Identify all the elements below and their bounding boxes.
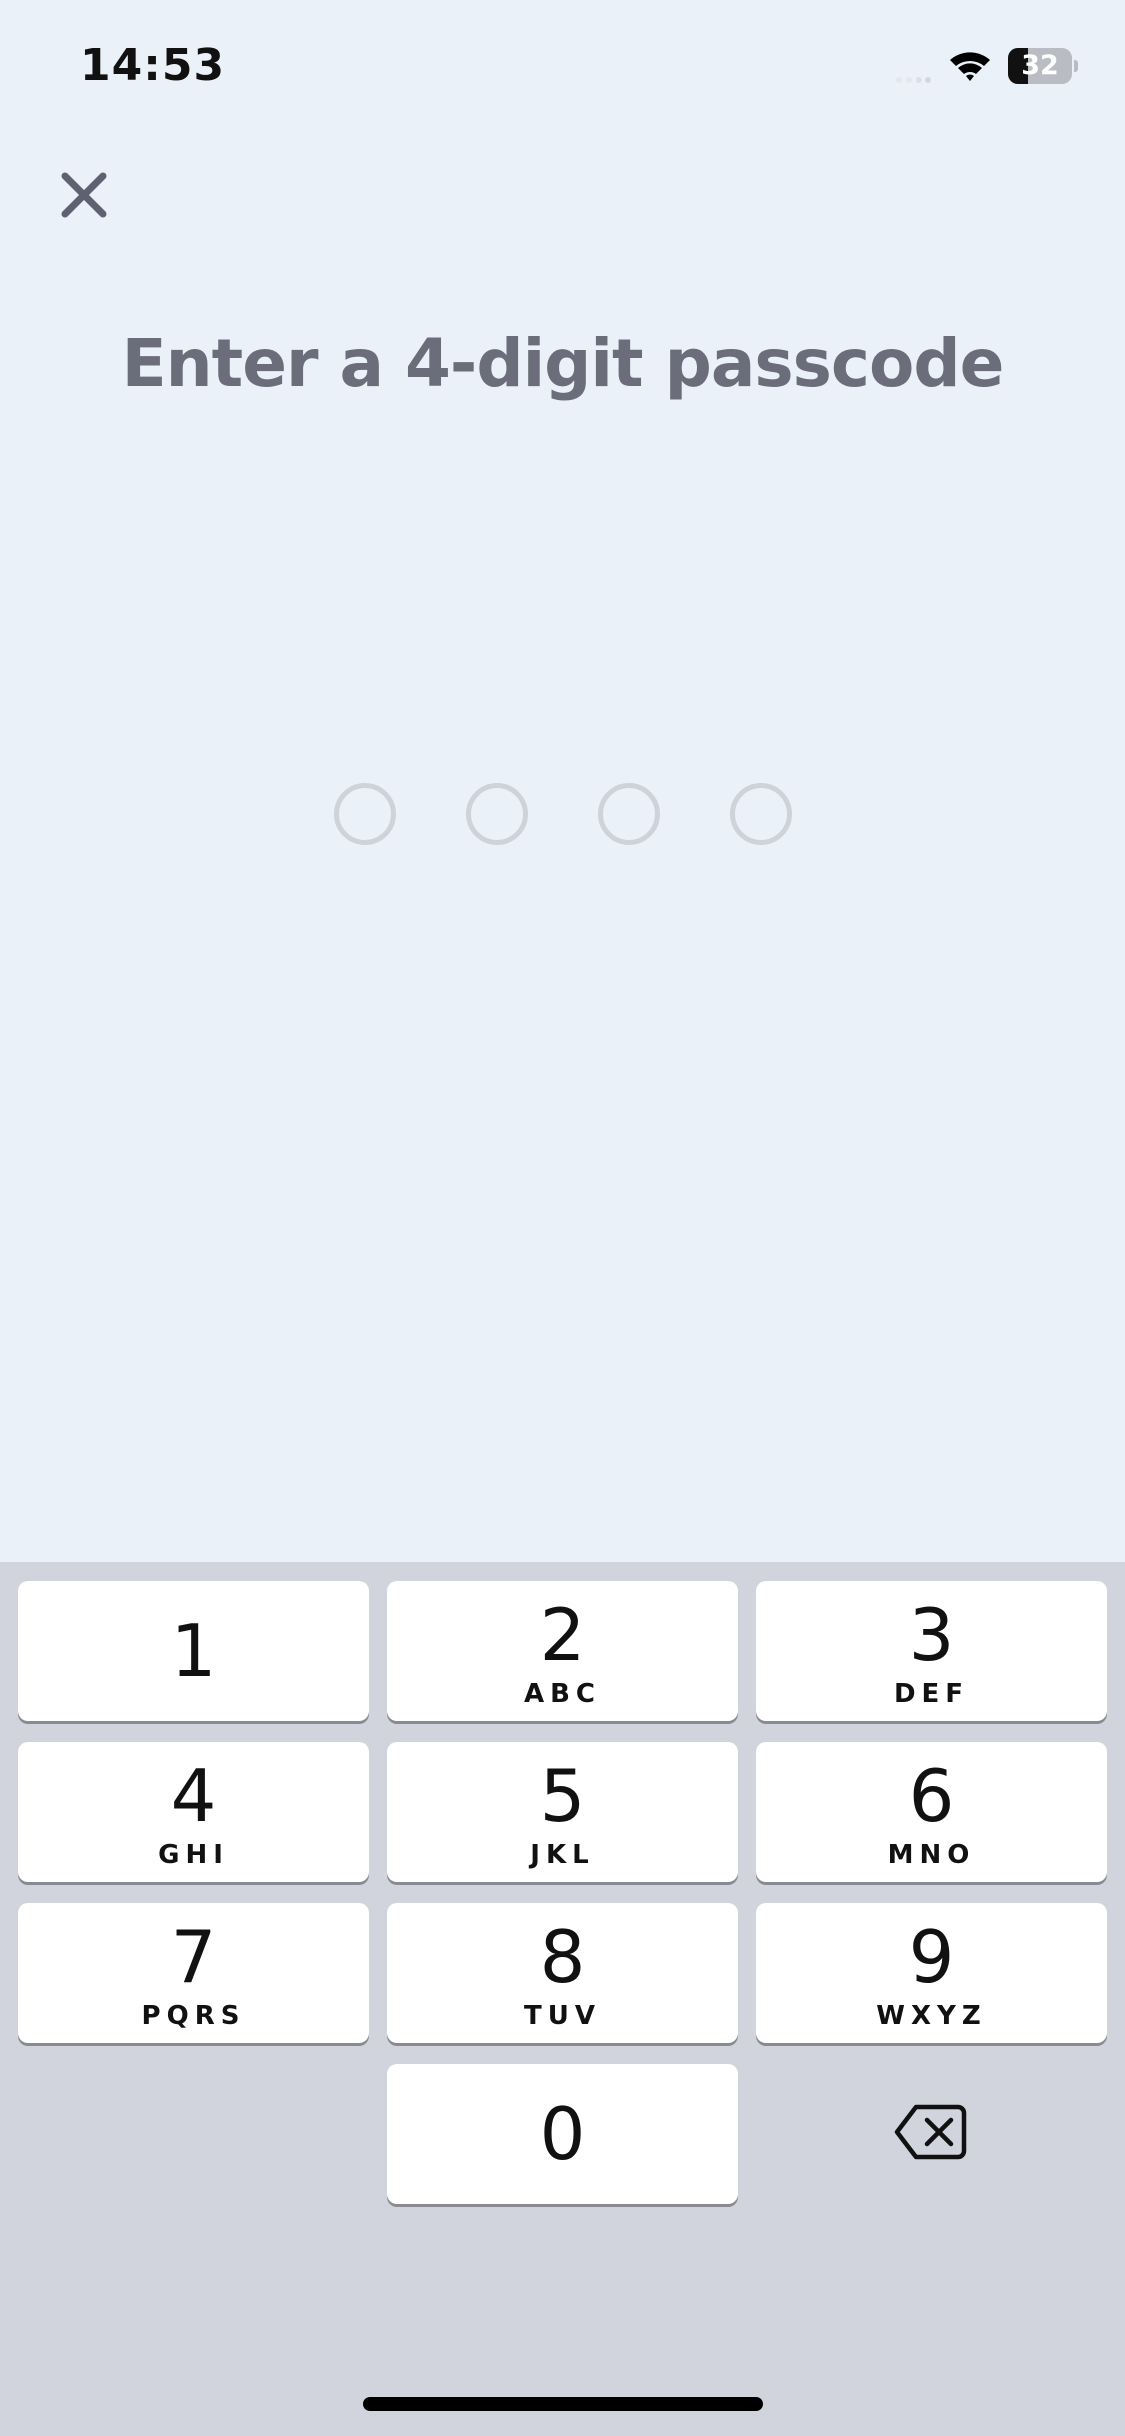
- close-icon: [61, 172, 107, 218]
- key-digit: 0: [539, 2092, 586, 2176]
- key-digit: 9: [908, 1915, 955, 1999]
- key-letters: MNO: [887, 1840, 976, 1870]
- key-letters: TUV: [524, 2001, 601, 2031]
- key-digit: 7: [170, 1915, 217, 1999]
- key-8[interactable]: 8 TUV: [387, 1903, 738, 2043]
- wifi-icon: [950, 52, 990, 81]
- battery-body: 32: [1008, 48, 1072, 84]
- battery-icon: 32: [1008, 48, 1078, 84]
- key-letters: ABC: [523, 1679, 602, 1709]
- key-2[interactable]: 2 ABC: [387, 1581, 738, 1721]
- key-0[interactable]: 0: [387, 2064, 738, 2204]
- passcode-dot: [730, 783, 792, 845]
- key-letters: PQRS: [141, 2001, 246, 2031]
- key-4[interactable]: 4 GHI: [18, 1742, 369, 1882]
- page-title: Enter a 4-digit passcode: [121, 325, 1005, 402]
- passcode-screen: 14:53 32 Enter a 4-digit passcode 1 2 AB…: [0, 0, 1125, 2436]
- key-5[interactable]: 5 JKL: [387, 1742, 738, 1882]
- passcode-dots: [0, 783, 1125, 845]
- delete-button[interactable]: [755, 2062, 1106, 2202]
- status-bar: 14:53 32: [0, 0, 1125, 140]
- close-button[interactable]: [44, 155, 124, 235]
- key-7[interactable]: 7 PQRS: [18, 1903, 369, 2043]
- key-digit: 1: [170, 1609, 217, 1693]
- status-time: 14:53: [80, 40, 226, 91]
- key-digit: 6: [908, 1754, 955, 1838]
- backspace-icon: [894, 2104, 966, 2160]
- key-1[interactable]: 1: [18, 1581, 369, 1721]
- key-digit: 8: [539, 1915, 586, 1999]
- passcode-dot: [466, 783, 528, 845]
- battery-level: 32: [1021, 50, 1059, 81]
- key-digit: 2: [539, 1593, 586, 1677]
- key-digit: 3: [908, 1593, 955, 1677]
- key-letters: JKL: [530, 1840, 595, 1870]
- battery-nub: [1074, 60, 1078, 72]
- home-indicator[interactable]: [363, 2397, 763, 2411]
- passcode-dot: [598, 783, 660, 845]
- key-letters: GHI: [158, 1840, 229, 1870]
- key-9[interactable]: 9 WXYZ: [756, 1903, 1107, 2043]
- key-digit: 5: [539, 1754, 586, 1838]
- key-letters: DEF: [893, 1679, 970, 1709]
- signal-icon: [896, 77, 931, 83]
- key-digit: 4: [170, 1754, 217, 1838]
- passcode-dot: [334, 783, 396, 845]
- key-6[interactable]: 6 MNO: [756, 1742, 1107, 1882]
- key-3[interactable]: 3 DEF: [756, 1581, 1107, 1721]
- key-letters: WXYZ: [876, 2001, 987, 2031]
